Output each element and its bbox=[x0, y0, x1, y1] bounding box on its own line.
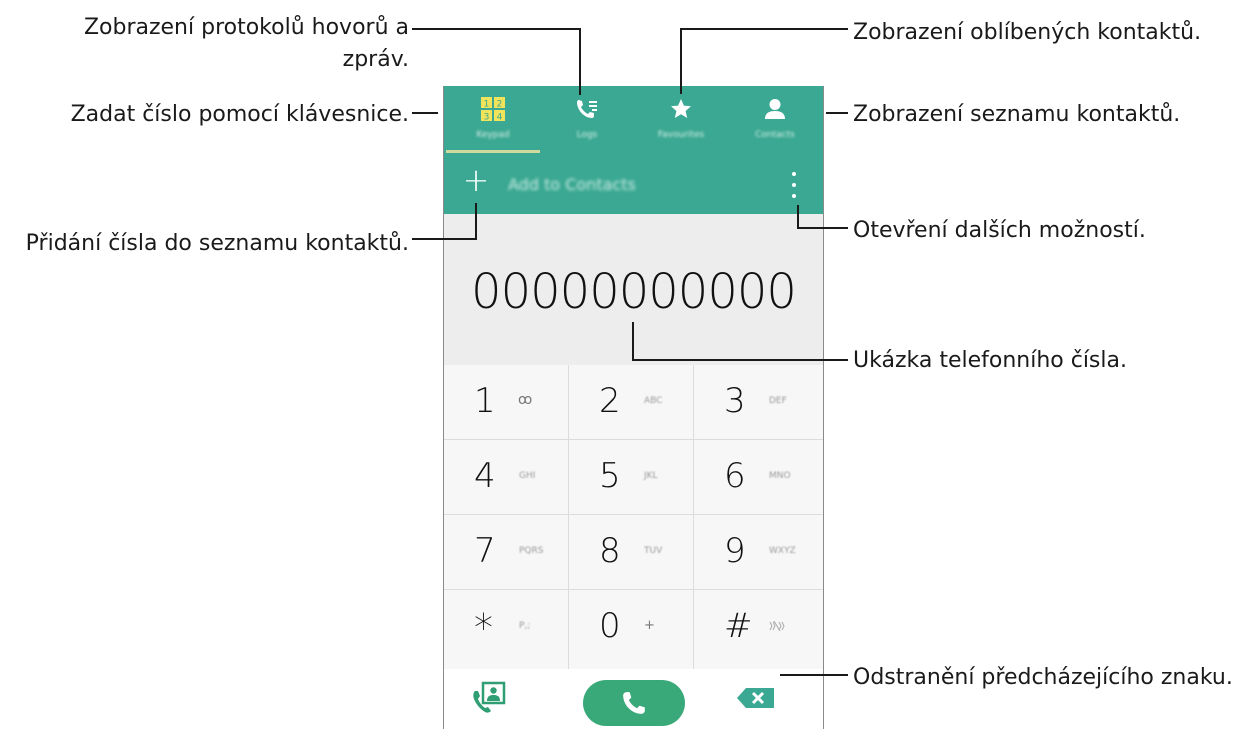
key-digit: 1 bbox=[474, 381, 496, 421]
keypad-icon: 1 2 3 4 bbox=[481, 97, 505, 123]
call-button[interactable] bbox=[583, 680, 685, 726]
annotation-contacts: Zobrazení seznamu kontaktů. bbox=[853, 102, 1181, 127]
key-1[interactable]: 1 ꝏ bbox=[444, 365, 569, 440]
annotation-add-contact: Přidání čísla do seznamu kontaktů. bbox=[25, 231, 409, 256]
tab-logs-label: Logs bbox=[576, 130, 598, 140]
key-letters: + bbox=[644, 618, 655, 633]
key-letters: DEF bbox=[769, 396, 787, 406]
key-letters: P,; bbox=[519, 621, 531, 631]
phone-icon bbox=[623, 692, 645, 714]
key-8[interactable]: 8 TUV bbox=[569, 515, 694, 590]
annotation-favourites: Zobrazení oblíbených kontaktů. bbox=[853, 20, 1202, 45]
more-vertical-icon[interactable] bbox=[784, 172, 804, 198]
key-digit: * bbox=[474, 606, 493, 650]
annotation-logs-line2: zpráv. bbox=[342, 47, 409, 72]
delete-button[interactable] bbox=[736, 687, 776, 713]
key-4[interactable]: 4 GHI bbox=[444, 440, 569, 515]
annotation-delete-char: Odstranění předcházejícího znaku. bbox=[853, 665, 1233, 690]
tab-contacts-label: Contacts bbox=[755, 130, 795, 140]
dial-keypad: 1 ꝏ 2 ABC 3 DEF 4 GHI 5 JKL 6 MNO 7 PQRS… bbox=[444, 365, 823, 669]
phone-dialer-screen: 1 2 3 4 Keypad Logs Favourites Contacts … bbox=[443, 86, 824, 729]
annotation-more-options: Otevření dalších možností. bbox=[853, 218, 1146, 243]
svg-text:2: 2 bbox=[497, 100, 503, 110]
add-to-contacts-button[interactable]: + bbox=[462, 164, 490, 196]
call-log-icon bbox=[577, 100, 597, 118]
svg-text:4: 4 bbox=[497, 113, 503, 123]
video-call-button[interactable] bbox=[470, 681, 506, 719]
bottom-bar bbox=[444, 669, 823, 729]
key-letters: PQRS bbox=[519, 546, 544, 556]
key-digit: 7 bbox=[474, 531, 496, 571]
phone-number: 00000000000 bbox=[471, 264, 797, 320]
key-3[interactable]: 3 DEF bbox=[694, 365, 823, 440]
key-digit: 3 bbox=[724, 381, 746, 421]
svg-text:3: 3 bbox=[484, 113, 490, 123]
key-letters: ABC bbox=[644, 396, 663, 406]
number-display: 00000000000 bbox=[444, 214, 823, 365]
key-digit: 6 bbox=[724, 456, 746, 496]
svg-text:1: 1 bbox=[484, 100, 490, 110]
key-digit: 0 bbox=[599, 606, 621, 646]
key-hash[interactable]: # bbox=[694, 590, 823, 669]
video-call-icon bbox=[473, 681, 506, 713]
annotation-number-preview: Ukázka telefonního čísla. bbox=[853, 348, 1127, 373]
tab-favourites-label: Favourites bbox=[657, 130, 705, 140]
vibrate-icon bbox=[769, 620, 785, 632]
key-letters: TUV bbox=[644, 546, 663, 556]
key-9[interactable]: 9 WXYZ bbox=[694, 515, 823, 590]
key-digit: 9 bbox=[724, 531, 746, 571]
key-7[interactable]: 7 PQRS bbox=[444, 515, 569, 590]
key-letters: MNO bbox=[769, 471, 791, 481]
action-bar: + Add to Contacts bbox=[444, 154, 823, 214]
tab-selected-indicator bbox=[446, 150, 540, 153]
tab-keypad[interactable]: 1 2 3 4 Keypad bbox=[446, 86, 540, 154]
key-digit: 4 bbox=[474, 456, 496, 496]
tab-keypad-label: Keypad bbox=[476, 130, 510, 140]
tab-bar: 1 2 3 4 Keypad Logs Favourites Contacts bbox=[444, 86, 823, 154]
key-6[interactable]: 6 MNO bbox=[694, 440, 823, 515]
backspace-icon bbox=[737, 688, 774, 708]
annotation-keypad: Zadat číslo pomocí klávesnice. bbox=[70, 102, 409, 127]
person-icon bbox=[765, 99, 785, 119]
key-0[interactable]: 0 + bbox=[569, 590, 694, 669]
key-digit: 8 bbox=[599, 531, 621, 571]
key-letters: JKL bbox=[644, 471, 658, 481]
key-digit: # bbox=[724, 606, 753, 646]
key-letters: WXYZ bbox=[769, 546, 796, 556]
key-2[interactable]: 2 ABC bbox=[569, 365, 694, 440]
tab-logs[interactable]: Logs bbox=[540, 86, 634, 154]
tab-favourites[interactable]: Favourites bbox=[634, 86, 728, 154]
key-digit: 5 bbox=[599, 456, 621, 496]
key-letters: GHI bbox=[519, 471, 536, 481]
key-star[interactable]: * P,; bbox=[444, 590, 569, 669]
key-5[interactable]: 5 JKL bbox=[569, 440, 694, 515]
tab-contacts[interactable]: Contacts bbox=[728, 86, 822, 154]
star-icon bbox=[671, 99, 691, 118]
voicemail-icon: ꝏ bbox=[518, 392, 533, 408]
add-to-contacts-label[interactable]: Add to Contacts bbox=[508, 175, 636, 194]
key-digit: 2 bbox=[599, 381, 621, 421]
annotation-logs-line1: Zobrazení protokolů hovorů a bbox=[83, 15, 409, 40]
